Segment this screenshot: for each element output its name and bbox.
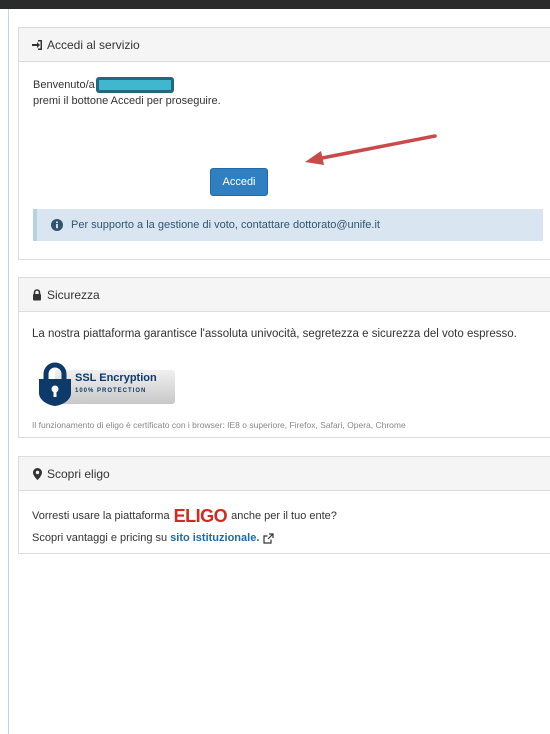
- ssl-padlock-icon: [39, 362, 71, 406]
- info-circle-icon: [51, 219, 63, 231]
- lock-icon: [31, 288, 43, 301]
- login-panel-heading: Accedi al servizio: [19, 28, 550, 62]
- discover-line1-suffix: anche per il tuo ente?: [231, 510, 337, 522]
- discover-line2-prefix: Scopri vantaggi e pricing su: [32, 532, 168, 544]
- ssl-subtitle: 100% PROTECTION: [75, 388, 147, 394]
- discover-panel-title: Scopri eligo: [47, 466, 110, 481]
- ssl-title: SSL Encryption: [75, 372, 157, 384]
- map-marker-icon: [31, 467, 43, 480]
- ssl-badge: SSL Encryption 100% PROTECTION: [37, 362, 175, 406]
- annotation-arrow-icon: [305, 134, 437, 165]
- sign-in-icon: [31, 39, 43, 51]
- login-panel-title: Accedi al servizio: [47, 37, 140, 52]
- left-border: [8, 9, 9, 734]
- welcome-prefix: Benvenuto/a: [33, 79, 95, 91]
- security-text: La nostra piattaforma garantisce l'assol…: [32, 328, 517, 340]
- redacted-username: [95, 77, 174, 94]
- discover-line-1: Vorresti usare la piattaforma ELIGO anch…: [32, 506, 337, 526]
- login-panel: Accedi al servizio Benvenuto/a premi il …: [18, 27, 550, 260]
- external-link-icon: [263, 532, 274, 544]
- discover-line1-prefix: Vorresti usare la piattaforma: [32, 510, 170, 522]
- accedi-button[interactable]: Accedi: [210, 168, 268, 196]
- eligo-logo: ELIGO: [173, 506, 228, 526]
- security-panel-title: Sicurezza: [47, 287, 100, 302]
- discover-line-2: Scopri vantaggi e pricing su sito istitu…: [32, 532, 274, 544]
- instruction-text: premi il bottone Accedi per proseguire.: [33, 95, 221, 108]
- support-text: Per supporto a la gestione di voto, cont…: [71, 219, 380, 231]
- top-bar: [0, 0, 550, 9]
- browser-footnote: Il funzionamento di eligo è certificato …: [32, 420, 406, 430]
- support-alert: Per supporto a la gestione di voto, cont…: [33, 209, 543, 241]
- security-panel-heading: Sicurezza: [19, 278, 550, 312]
- discover-panel-heading: Scopri eligo: [19, 457, 550, 491]
- institutional-site-link[interactable]: sito istituzionale.: [170, 532, 259, 544]
- discover-panel: Scopri eligo Vorresti usare la piattafor…: [18, 456, 550, 554]
- welcome-text: Benvenuto/a premi il bottone Accedi per …: [33, 77, 221, 109]
- security-panel: Sicurezza La nostra piattaforma garantis…: [18, 277, 550, 438]
